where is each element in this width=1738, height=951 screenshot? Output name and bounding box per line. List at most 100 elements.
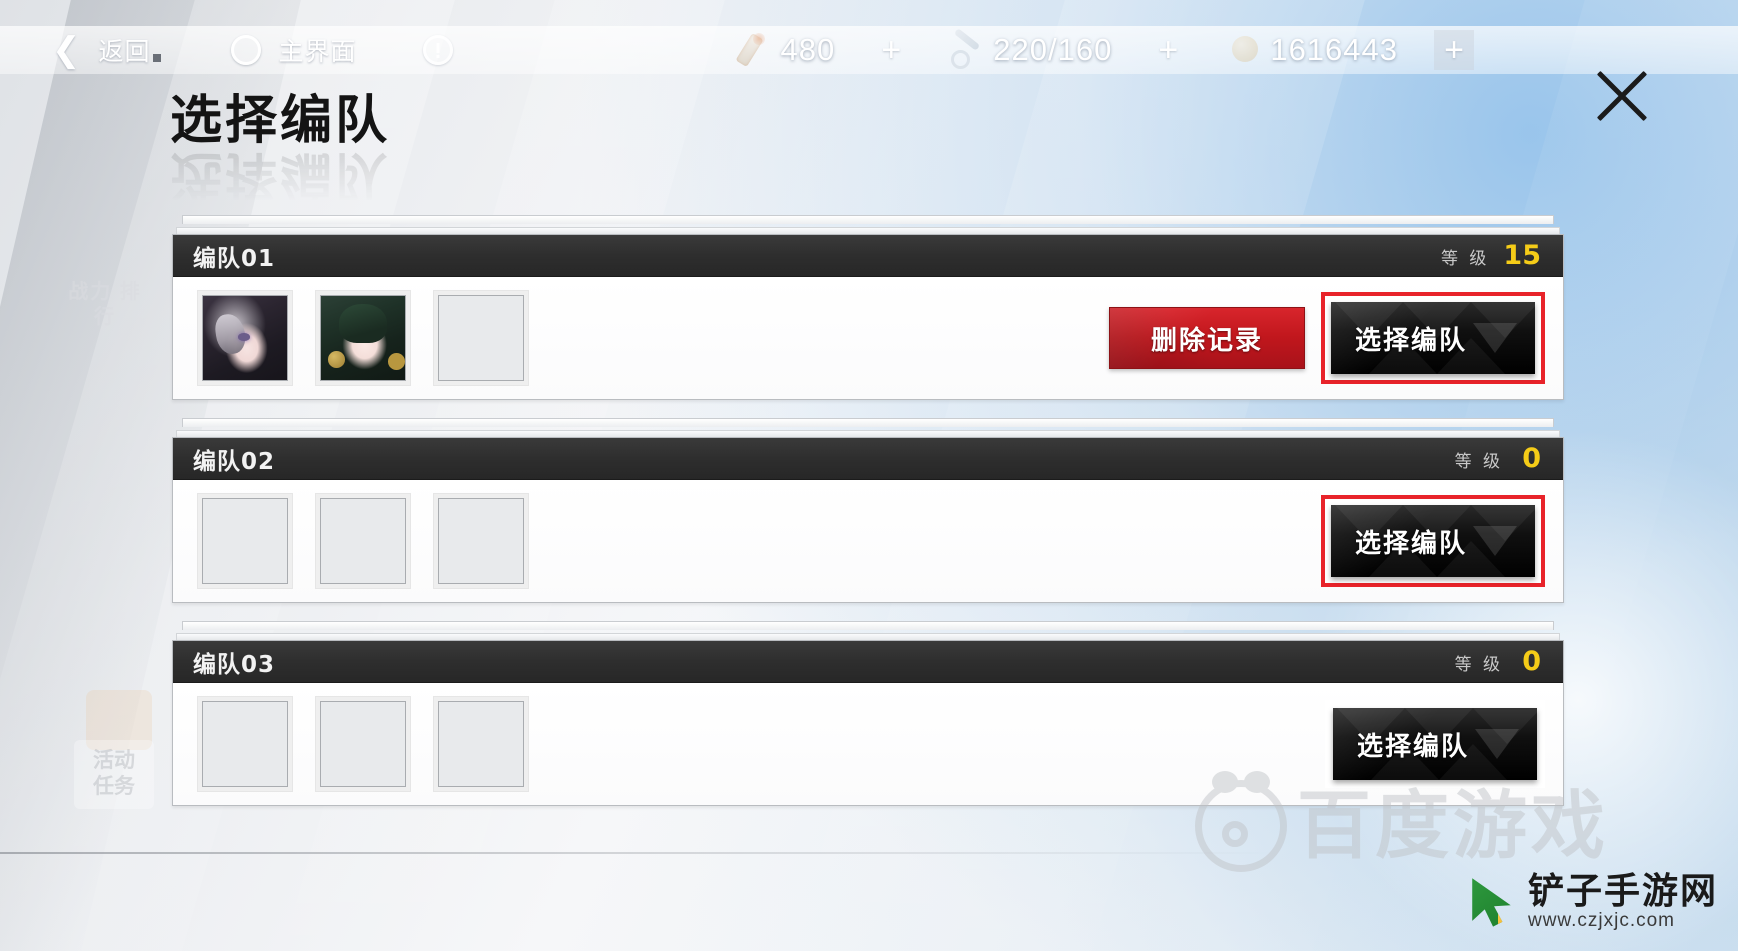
empty-slot (202, 498, 288, 584)
team-rail-top (182, 621, 1554, 630)
character-portrait-2 (321, 296, 405, 380)
site-watermark-text: 铲子手游网 www.czjxjc.com (1528, 873, 1718, 931)
team-level-group: 等 级 0 (1455, 646, 1541, 677)
team-level-value: 0 (1522, 646, 1541, 677)
empty-slot (202, 701, 288, 787)
member-slots (197, 493, 529, 589)
select-team-label: 选择编队 (1357, 731, 1470, 762)
member-slot-1[interactable] (197, 493, 293, 589)
stamina-icon (733, 30, 781, 70)
team-rail-inner (176, 430, 1560, 437)
home-button[interactable]: 主界面 (161, 26, 357, 74)
empty-slot (320, 498, 406, 584)
team-body: 选择编队 (173, 683, 1563, 805)
team-card[interactable]: 编队02 等 级 0 选择编队 (172, 437, 1564, 603)
team-level-value: 15 (1503, 240, 1541, 271)
member-slot-3[interactable] (433, 696, 529, 792)
empty-slot (320, 701, 406, 787)
page-title-reflection: 选择编队 (170, 145, 391, 205)
team-name: 编队03 (193, 651, 276, 678)
member-slot-3[interactable] (433, 290, 529, 386)
delete-record-button[interactable]: 删除记录 (1109, 307, 1305, 369)
back-label: 返回 (98, 38, 151, 66)
member-slots (197, 696, 529, 792)
site-watermark: 铲子手游网 www.czjxjc.com (1466, 873, 1718, 931)
team-rail-top (182, 418, 1554, 427)
select-team-highlight: 选择编队 (1321, 495, 1545, 587)
team-list: 编队01 等 级 15 删除记录 选择编队 编队02 等 级 0 选择编队 编队… (172, 215, 1564, 824)
empty-slot (438, 498, 524, 584)
resource-key: 220/160 + (945, 30, 1198, 70)
chevron-down-icon (1473, 526, 1517, 556)
select-team-button[interactable]: 选择编队 (1331, 302, 1535, 374)
select-team-highlight: 选择编队 (1321, 292, 1545, 384)
resource-gold: 1616443 + (1222, 30, 1484, 70)
circle-icon (230, 35, 261, 65)
team-card[interactable]: 编队03 等 级 0 选择编队 (172, 640, 1564, 806)
select-team-button[interactable]: 选择编队 (1333, 708, 1537, 780)
cursor-icon (1472, 878, 1511, 927)
home-label: 主界面 (278, 38, 357, 66)
team-body: 删除记录 选择编队 (173, 277, 1563, 399)
back-dot-marker (152, 54, 161, 62)
team-actions: 删除记录 选择编队 (1109, 292, 1545, 384)
background-ghost-activity: 活动 任务 (74, 740, 154, 809)
exclamation-circle-icon (422, 35, 453, 65)
member-slot-1[interactable] (197, 696, 293, 792)
member-slot-2[interactable] (315, 290, 411, 386)
chevron-down-icon (1475, 729, 1519, 759)
cursor-badge (1497, 908, 1511, 927)
character-portrait-1 (203, 296, 287, 380)
team-actions: 选择编队 (1305, 495, 1545, 587)
member-slot-frame (202, 295, 288, 381)
team-rail-inner (176, 633, 1560, 640)
team-rail-top (182, 215, 1554, 224)
page-title-group: 选择编队 选择编队 (170, 91, 391, 205)
site-url: www.czjxjc.com (1527, 910, 1675, 932)
team-block: 编队01 等 级 15 删除记录 选择编队 (172, 215, 1564, 400)
select-team-button[interactable]: 选择编队 (1331, 505, 1535, 577)
team-level-group: 等 级 0 (1455, 443, 1541, 474)
empty-slot (438, 701, 524, 787)
chevron-down-icon (1473, 323, 1517, 353)
team-body: 选择编队 (173, 480, 1563, 602)
key-add-button[interactable]: + (1148, 30, 1188, 70)
page-title: 选择编队 (170, 91, 391, 151)
back-button[interactable]: ❮ 返回 (0, 26, 161, 74)
team-name: 编队02 (193, 448, 276, 475)
team-header: 编队02 等 级 0 (173, 438, 1563, 480)
member-slot-1[interactable] (197, 290, 293, 386)
team-block: 编队03 等 级 0 选择编队 (172, 621, 1564, 806)
gold-coin-icon (1222, 30, 1270, 70)
empty-slot (438, 295, 524, 381)
chevron-left-icon: ❮ (52, 31, 81, 69)
member-slot-3[interactable] (433, 493, 529, 589)
team-rail-inner (176, 227, 1560, 234)
select-team-label: 选择编队 (1355, 325, 1468, 356)
team-level-label: 等 级 (1454, 452, 1503, 472)
bottom-divider (0, 852, 1280, 854)
top-status-bar: ❮ 返回 主界面 480 + 220/160 + 1616443 + (0, 26, 1738, 74)
gold-value: 1616443 (1270, 32, 1399, 67)
gold-add-button[interactable]: + (1434, 30, 1475, 70)
info-button[interactable] (357, 26, 453, 74)
member-slot-2[interactable] (315, 696, 411, 792)
team-level-group: 等 级 15 (1441, 240, 1541, 271)
select-team-wrap: 选择编队 (1325, 700, 1545, 788)
resource-stamina: 480 + (733, 30, 922, 70)
key-value: 220/160 (993, 32, 1113, 67)
close-icon[interactable] (1588, 62, 1656, 130)
game-screen: 战力 排行 活动 任务 直播 排行 ❮ 返回 主界面 480 + 220/160… (0, 0, 1738, 951)
key-icon (945, 30, 993, 70)
background-ghost-rank-side: 战力 排行 (68, 281, 142, 328)
site-name: 铲子手游网 (1527, 871, 1718, 913)
member-slot-2[interactable] (315, 493, 411, 589)
team-card[interactable]: 编队01 等 级 15 删除记录 选择编队 (172, 234, 1564, 400)
stamina-value: 480 (780, 32, 836, 67)
team-level-label: 等 级 (1441, 249, 1490, 269)
select-team-label: 选择编队 (1355, 528, 1468, 559)
team-level-value: 0 (1522, 443, 1541, 474)
stamina-add-button[interactable]: + (871, 30, 911, 70)
member-slot-frame (320, 295, 406, 381)
team-name: 编队01 (193, 245, 276, 272)
